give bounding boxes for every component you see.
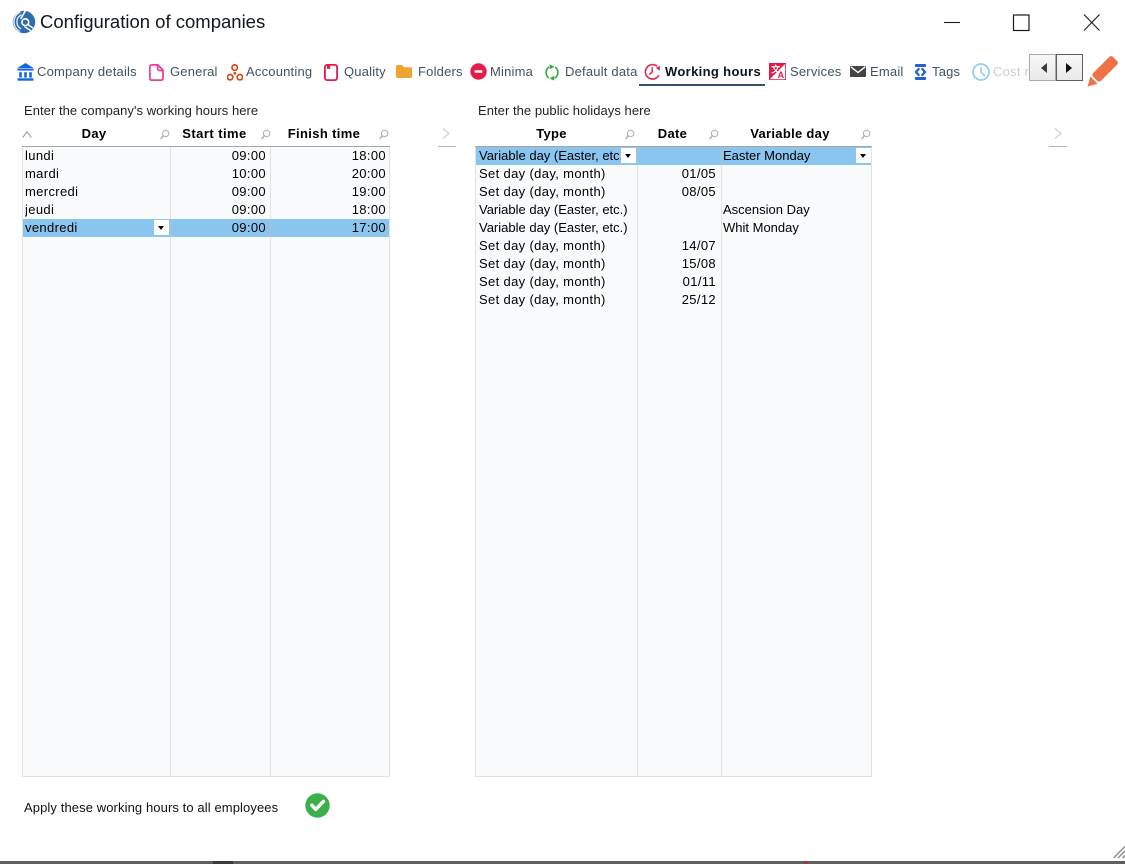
svg-text:A: A xyxy=(778,70,785,80)
